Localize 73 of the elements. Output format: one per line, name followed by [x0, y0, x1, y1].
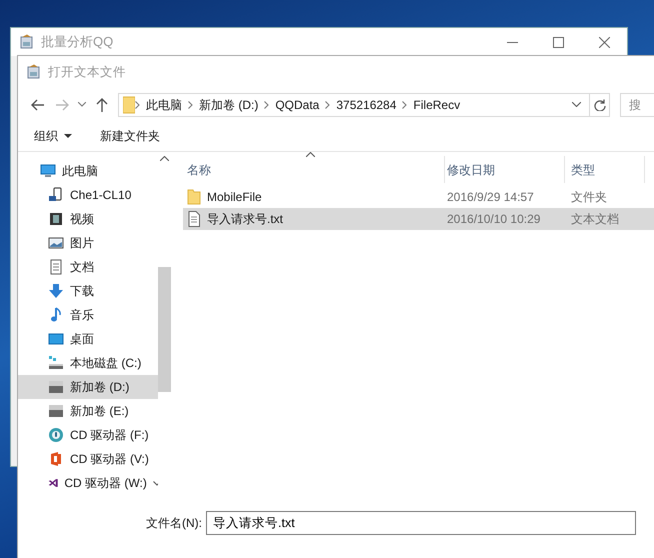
- sidebar-item[interactable]: 此电脑: [18, 159, 158, 183]
- app-icon: [19, 34, 35, 50]
- drive-icon: [48, 355, 64, 371]
- path-segment[interactable]: 此电脑: [140, 96, 188, 114]
- address-bar[interactable]: 此电脑 新加卷 (D:) QQData 375216284 FileRecv: [118, 92, 610, 116]
- file-date: 2016/9/29 14:57: [446, 189, 535, 206]
- caret-icon: [64, 134, 72, 138]
- sidebar-item[interactable]: 文档: [18, 255, 158, 279]
- sidebar-item[interactable]: 本地磁盘 (C:): [18, 351, 158, 375]
- sidebar-item[interactable]: 视频: [18, 207, 158, 231]
- search-field[interactable]: 搜: [620, 92, 654, 116]
- file-name: MobileFile: [207, 189, 262, 206]
- up-arrow-icon[interactable]: [96, 98, 108, 112]
- sidebar-item[interactable]: 新加卷 (E:): [18, 399, 158, 423]
- computer-icon: [40, 163, 56, 179]
- folder-icon: [123, 96, 135, 114]
- office-icon: [48, 451, 64, 467]
- picture-icon: [48, 235, 64, 251]
- refresh-icon[interactable]: [594, 98, 606, 110]
- chevron-icon: [264, 100, 270, 108]
- file-row[interactable]: 导入请求号.txt 2016/10/10 10:29 文本文档: [183, 208, 654, 230]
- window-title: 批量分析QQ: [41, 33, 114, 52]
- chevron-icon[interactable]: [152, 480, 158, 486]
- sidebar-item[interactable]: CD 驱动器 (F:): [18, 423, 158, 447]
- column-header[interactable]: 类型: [565, 156, 645, 183]
- dialog-title: 打开文本文件: [48, 64, 126, 81]
- dropdown-icon[interactable]: [78, 102, 86, 107]
- filename-label: 文件名(N):: [146, 515, 202, 532]
- document-icon: [48, 259, 64, 275]
- scroll-up-icon[interactable]: [160, 156, 169, 161]
- sidebar-item[interactable]: 新加卷 (D:): [18, 375, 158, 399]
- chevron-icon: [188, 100, 193, 108]
- sidebar-item[interactable]: CD 驱动器 (W:): [18, 471, 158, 495]
- file-row[interactable]: MobileFile 2016/9/29 14:57 文件夹: [183, 186, 654, 208]
- filename-field[interactable]: 导入请求号.txt: [206, 511, 636, 535]
- film-icon: [48, 211, 64, 227]
- download-icon: [48, 283, 64, 299]
- organize-menu[interactable]: 组织: [34, 125, 72, 147]
- back-icon[interactable]: [31, 98, 45, 110]
- drive-icon: [48, 379, 64, 395]
- sidebar-item[interactable]: Che1-CL10: [18, 183, 158, 207]
- sidebar-item[interactable]: 桌面: [18, 327, 158, 351]
- disc-icon: [48, 427, 64, 443]
- sidebar-item[interactable]: 下载: [18, 279, 158, 303]
- sidebar-item[interactable]: CD 驱动器 (V:): [18, 447, 158, 471]
- close-icon[interactable]: [598, 36, 610, 48]
- file-date: 2016/10/10 10:29: [446, 211, 542, 228]
- sidebar-item[interactable]: 音乐: [18, 303, 158, 327]
- desktop-icon: [48, 331, 64, 347]
- file-type: 文件夹: [570, 189, 608, 206]
- path-segment[interactable]: QQData: [269, 96, 326, 114]
- path-segment[interactable]: FileRecv: [407, 96, 466, 114]
- path-segment[interactable]: 新加卷 (D:): [193, 96, 264, 114]
- chevron-icon: [325, 100, 330, 108]
- column-header[interactable]: 名称: [183, 156, 445, 183]
- phone-icon: [48, 187, 64, 203]
- file-type: 文本文档: [570, 211, 620, 228]
- sort-icon: [306, 152, 315, 157]
- drive-icon: [48, 403, 64, 419]
- column-header[interactable]: 修改日期: [445, 156, 565, 183]
- sidebar-item[interactable]: 图片: [18, 231, 158, 255]
- file-name: 导入请求号.txt: [207, 211, 284, 228]
- dropdown-icon[interactable]: [572, 102, 581, 107]
- path-segment[interactable]: 375216284: [330, 96, 402, 114]
- maximize-icon[interactable]: [552, 36, 564, 48]
- scrollbar-thumb[interactable]: [158, 267, 171, 392]
- music-note-icon: [48, 307, 64, 323]
- chevron-icon: [135, 100, 140, 108]
- new-folder-button[interactable]: 新建文件夹: [100, 125, 160, 147]
- text-file-icon: [187, 211, 201, 227]
- chevron-icon: [402, 100, 408, 108]
- folder-icon: [187, 189, 201, 205]
- app-icon: [26, 64, 42, 80]
